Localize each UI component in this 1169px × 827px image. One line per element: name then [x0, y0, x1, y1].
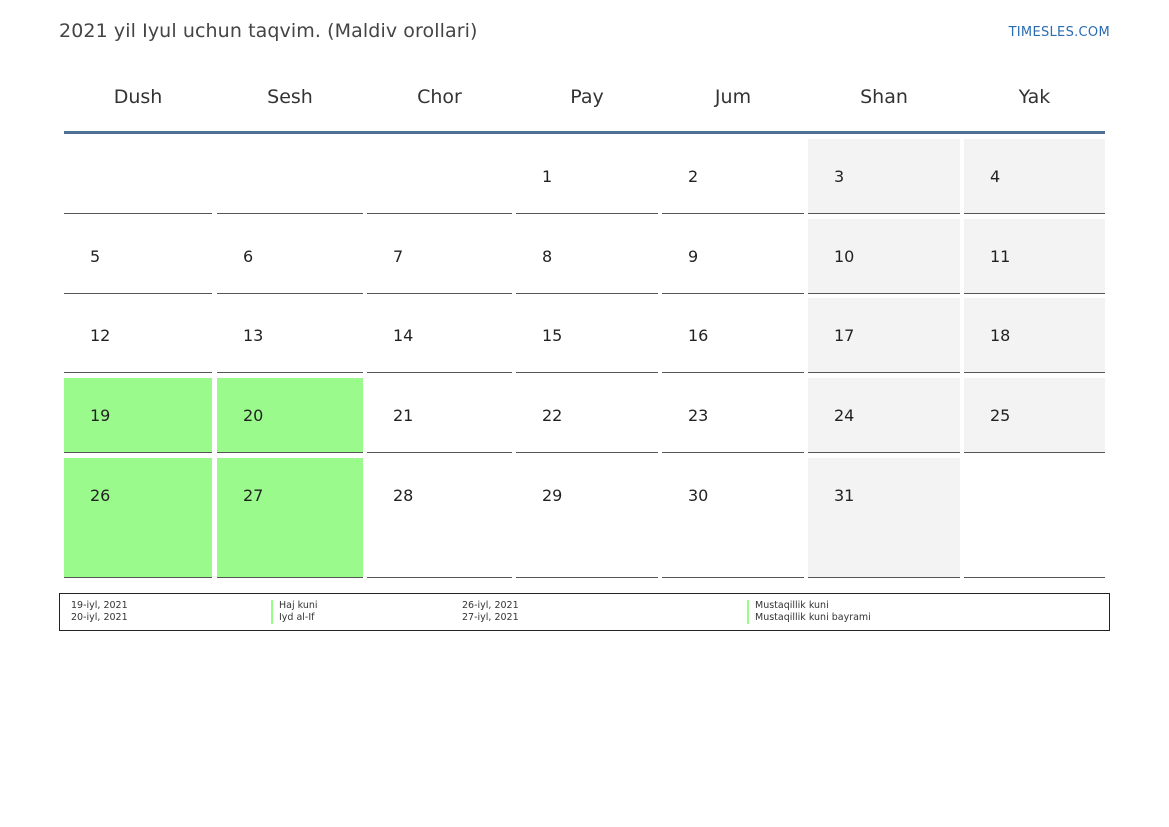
legend-date: 20-iyl, 2021: [71, 612, 128, 623]
calendar-grid: 1 2 3 4 5 6 7 8 9 10 11 12 13 14 15 16 17 18 19 20 21 22 23 24 2…: [0, 0, 1169, 827]
day-number: 19: [90, 406, 111, 425]
day-number: 29: [542, 486, 563, 505]
day-number: 3: [834, 167, 845, 186]
calendar-day-cell[interactable]: 25: [964, 378, 1105, 453]
legend-names-left: Haj kuni Iyd al-If: [271, 600, 318, 624]
legend-date: 26-iyl, 2021: [462, 600, 519, 611]
calendar-day-cell[interactable]: 23: [662, 378, 804, 453]
calendar-day-cell[interactable]: 18: [964, 298, 1105, 373]
day-number: 5: [90, 247, 101, 266]
day-number: 10: [834, 247, 855, 266]
calendar-day-cell[interactable]: 16: [662, 298, 804, 373]
calendar-day-cell[interactable]: 5: [64, 219, 212, 294]
calendar-day-cell[interactable]: 30: [662, 458, 804, 578]
day-number: 23: [688, 406, 709, 425]
calendar-day-cell[interactable]: 12: [64, 298, 212, 373]
day-number: 22: [542, 406, 563, 425]
legend-names-right: Mustaqillik kuni Mustaqillik kuni bayram…: [747, 600, 871, 624]
day-number: 17: [834, 326, 855, 345]
day-number: 8: [542, 247, 553, 266]
day-number: 7: [393, 247, 404, 266]
day-number: 28: [393, 486, 414, 505]
day-number: 11: [990, 247, 1011, 266]
legend-holiday-name: Mustaqillik kuni bayrami: [747, 612, 871, 624]
day-number: 16: [688, 326, 709, 345]
day-number: 30: [688, 486, 709, 505]
calendar-day-cell[interactable]: 8: [516, 219, 658, 294]
calendar-day-cell[interactable]: 3: [808, 139, 960, 214]
calendar-day-cell[interactable]: 11: [964, 219, 1105, 294]
day-number: 26: [90, 486, 111, 505]
day-number: 12: [90, 326, 111, 345]
calendar-day-cell[interactable]: 2: [662, 139, 804, 214]
day-number: 31: [834, 486, 855, 505]
calendar-day-cell[interactable]: 1: [516, 139, 658, 214]
calendar-day-cell[interactable]: 28: [367, 458, 512, 578]
calendar-day-cell[interactable]: 24: [808, 378, 960, 453]
legend-dates-left: 19-iyl, 2021 20-iyl, 2021: [71, 600, 128, 624]
day-number: 13: [243, 326, 264, 345]
calendar-day-cell[interactable]: [217, 139, 363, 214]
calendar-day-cell[interactable]: 31: [808, 458, 960, 578]
calendar-day-cell[interactable]: 13: [217, 298, 363, 373]
calendar-day-cell[interactable]: 17: [808, 298, 960, 373]
legend-dates-right: 26-iyl, 2021 27-iyl, 2021: [462, 600, 519, 624]
calendar-day-cell[interactable]: 6: [217, 219, 363, 294]
calendar-day-cell[interactable]: [367, 139, 512, 214]
day-number: 25: [990, 406, 1011, 425]
day-number: 27: [243, 486, 264, 505]
legend-holiday-name: Haj kuni: [271, 600, 318, 612]
calendar-day-cell[interactable]: 19: [64, 378, 212, 453]
calendar-day-cell[interactable]: 26: [64, 458, 212, 578]
calendar-day-cell[interactable]: 9: [662, 219, 804, 294]
calendar-day-cell[interactable]: 10: [808, 219, 960, 294]
calendar-day-cell[interactable]: [964, 458, 1105, 578]
calendar-day-cell[interactable]: 21: [367, 378, 512, 453]
day-number: 4: [990, 167, 1001, 186]
legend-holiday-name: Iyd al-If: [271, 612, 318, 624]
day-number: 1: [542, 167, 553, 186]
calendar-day-cell[interactable]: 14: [367, 298, 512, 373]
day-number: 9: [688, 247, 699, 266]
calendar-day-cell[interactable]: 27: [217, 458, 363, 578]
calendar-day-cell[interactable]: [64, 139, 212, 214]
day-number: 14: [393, 326, 414, 345]
day-number: 6: [243, 247, 254, 266]
day-number: 2: [688, 167, 699, 186]
holiday-legend: 19-iyl, 2021 20-iyl, 2021 Haj kuni Iyd a…: [59, 593, 1110, 631]
calendar-day-cell[interactable]: 20: [217, 378, 363, 453]
calendar-day-cell[interactable]: 7: [367, 219, 512, 294]
legend-holiday-name: Mustaqillik kuni: [747, 600, 871, 612]
legend-date: 27-iyl, 2021: [462, 612, 519, 623]
legend-date: 19-iyl, 2021: [71, 600, 128, 611]
calendar-day-cell[interactable]: 15: [516, 298, 658, 373]
calendar-day-cell[interactable]: 29: [516, 458, 658, 578]
calendar-day-cell[interactable]: 4: [964, 139, 1105, 214]
day-number: 24: [834, 406, 855, 425]
day-number: 21: [393, 406, 414, 425]
day-number: 15: [542, 326, 563, 345]
calendar-day-cell[interactable]: 22: [516, 378, 658, 453]
day-number: 20: [243, 406, 264, 425]
day-number: 18: [990, 326, 1011, 345]
